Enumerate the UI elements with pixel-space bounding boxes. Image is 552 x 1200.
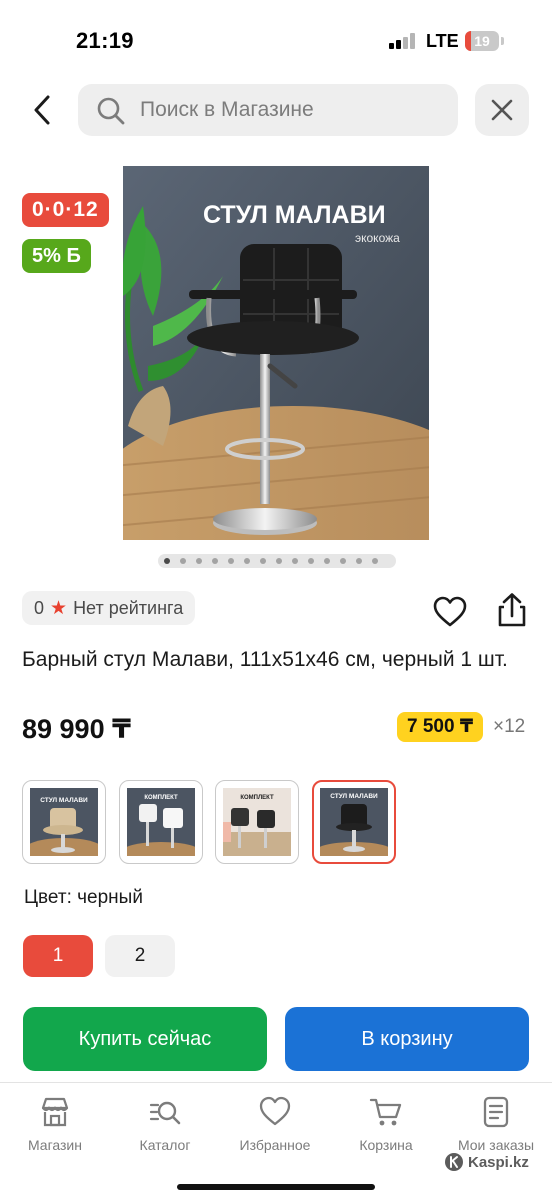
battery-icon: 19: [465, 31, 499, 51]
image-overlay-subtitle: экокожа: [355, 231, 400, 245]
pager-dot[interactable]: [356, 558, 362, 564]
cart-icon: [369, 1098, 402, 1126]
tab-label: Магазин: [27, 1137, 82, 1153]
svg-text:КОМПЛЕКТ: КОМПЛЕКТ: [240, 795, 274, 801]
image-pager[interactable]: [158, 554, 396, 568]
back-button[interactable]: [20, 88, 64, 132]
product-price: 89 990 ₸: [22, 714, 131, 744]
heart-icon: [259, 1096, 291, 1126]
close-search-button[interactable]: [475, 84, 529, 136]
share-icon: [498, 593, 526, 627]
search-icon: [97, 97, 125, 125]
pager-dot[interactable]: [372, 558, 378, 564]
favorite-button[interactable]: [432, 596, 468, 628]
battery-tip: [501, 37, 504, 45]
color-label: Цвет: черный: [24, 887, 143, 908]
pager-dot[interactable]: [324, 558, 330, 564]
cellular-signal-icon: [389, 33, 417, 49]
close-icon: [491, 99, 513, 121]
thumbnail-image: СТУЛ МАЛАВИ: [30, 788, 98, 856]
installment-badge: 0·0·12: [22, 193, 109, 227]
share-button[interactable]: [494, 592, 530, 628]
pager-dot[interactable]: [196, 558, 202, 564]
store-icon: [41, 1097, 69, 1127]
thumbnail-chair-set[interactable]: КОМПЛЕКТ: [215, 780, 299, 864]
thumbnail-black-chair[interactable]: СТУЛ МАЛАВИ: [312, 780, 396, 864]
buy-now-button[interactable]: Купить сейчас: [23, 1007, 267, 1071]
rating-pill[interactable]: 0 ★ Нет рейтинга: [22, 591, 196, 625]
pager-dot[interactable]: [180, 558, 186, 564]
pager-dot[interactable]: [228, 558, 234, 564]
tab-cart[interactable]: Корзина: [331, 1095, 441, 1155]
bottom-tab-bar: Магазин Каталог Избранное Корзина Мои за…: [0, 1082, 552, 1200]
watermark-text: Kaspi.kz: [468, 1153, 529, 1171]
tab-label: Мои заказы: [457, 1137, 535, 1153]
pager-dot[interactable]: [292, 558, 298, 564]
pager-dot[interactable]: [308, 558, 314, 564]
thumbnail-image: КОМПЛЕКТ: [127, 788, 195, 856]
network-type: LTE: [426, 31, 459, 51]
heart-icon: [433, 596, 467, 627]
rating-count: 0: [34, 597, 45, 618]
pager-dot[interactable]: [212, 558, 218, 564]
pager-dot[interactable]: [340, 558, 346, 564]
rating-label: Нет рейтинга: [73, 597, 184, 618]
search-input[interactable]: [140, 84, 445, 136]
tab-label: Корзина: [359, 1137, 413, 1153]
pager-dot[interactable]: [260, 558, 266, 564]
chevron-left-icon: [34, 95, 50, 125]
home-indicator: [177, 1184, 375, 1190]
status-bar: 21:19 LTE 19: [0, 0, 552, 82]
tab-label: Избранное: [239, 1137, 311, 1153]
thumbnail-image: КОМПЛЕКТ: [223, 788, 291, 856]
product-image[interactable]: СТУЛ МАЛАВИ экокожа: [123, 166, 429, 540]
thumbnail-beige-chair[interactable]: СТУЛ МАЛАВИ: [22, 780, 106, 864]
orders-icon: [483, 1096, 509, 1128]
variant-option-1[interactable]: 1: [23, 935, 93, 977]
svg-text:КОМПЛЕКТ: КОМПЛЕКТ: [144, 795, 178, 801]
kaspi-logo-icon: [445, 1153, 463, 1171]
image-overlay-title: СТУЛ МАЛАВИ: [203, 201, 386, 229]
star-icon: ★: [50, 597, 68, 619]
tab-store[interactable]: Магазин: [0, 1095, 110, 1155]
catalog-search-icon: [149, 1101, 181, 1125]
variant-option-2[interactable]: 2: [105, 935, 175, 977]
product-photo: СТУЛ МАЛАВИ экокожа: [123, 166, 429, 540]
search-bar[interactable]: [78, 84, 458, 136]
pager-dot[interactable]: [276, 558, 282, 564]
pager-dot[interactable]: [164, 558, 170, 564]
svg-text:СТУЛ МАЛАВИ: СТУЛ МАЛАВИ: [40, 797, 88, 804]
thumbnail-image: СТУЛ МАЛАВИ: [320, 788, 388, 856]
tab-favorites[interactable]: Избранное: [220, 1095, 330, 1155]
svg-text:СТУЛ МАЛАВИ: СТУЛ МАЛАВИ: [330, 793, 378, 800]
monthly-payment-badge[interactable]: 7 500 ₸: [397, 712, 484, 742]
tab-label: Каталог: [139, 1137, 191, 1153]
installment-months: ×12: [493, 716, 526, 737]
kaspi-watermark: Kaspi.kz: [444, 1152, 529, 1172]
product-title: Барный стул Малави, 111x51x46 см, черный…: [22, 648, 508, 671]
pager-dot[interactable]: [244, 558, 250, 564]
thumbnail-white-chair[interactable]: КОМПЛЕКТ: [119, 780, 203, 864]
tab-catalog[interactable]: Каталог: [110, 1095, 220, 1155]
battery-level: 19: [474, 33, 490, 49]
tab-orders[interactable]: Мои заказы: [441, 1095, 551, 1155]
bonus-badge: 5% Б: [22, 239, 91, 273]
clock: 21:19: [76, 28, 134, 53]
add-to-cart-button[interactable]: В корзину: [285, 1007, 529, 1071]
